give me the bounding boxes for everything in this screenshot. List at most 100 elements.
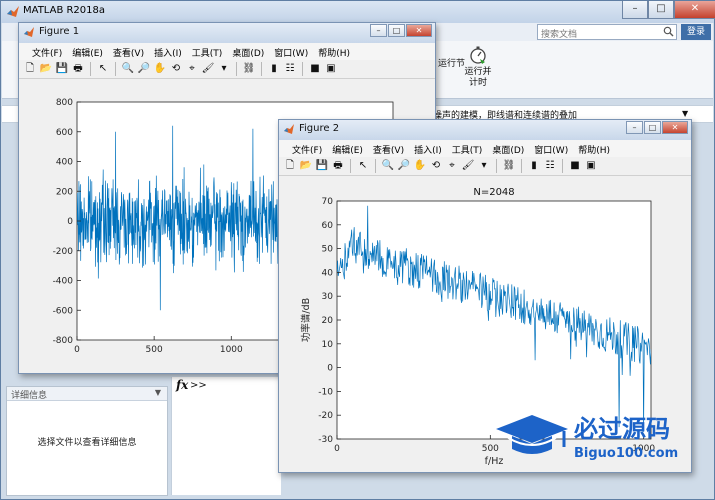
y-tick-label: 800 [56,98,73,108]
menu-item-0[interactable]: 文件(F) [27,43,67,60]
zoom-out-icon[interactable]: 🔎 [137,62,151,76]
details-empty-message: 选择文件以查看详细信息 [37,438,137,448]
menu-item-0[interactable]: 文件(F) [287,140,327,157]
new-figure-icon[interactable]: 🗋 [23,62,37,76]
menu-item-7[interactable]: 帮助(H) [573,140,615,157]
y-tick-label: 400 [56,158,73,168]
run-and-time-button[interactable]: 运行并 计时 [460,45,496,89]
brush-icon[interactable]: 🖌 [461,159,475,173]
menu-item-2[interactable]: 查看(V) [108,43,149,60]
y-tick-label: 0 [67,217,73,227]
y-tick-label: 60 [322,221,334,231]
search-docs-input[interactable]: 搜索文档 [537,24,677,40]
colorbar-icon[interactable]: ▮ [527,159,541,173]
figure-2-maximize-button[interactable]: □ [644,121,661,134]
data-cursor-icon[interactable]: ⌖ [445,159,459,173]
colorbar-icon[interactable]: ▮ [267,62,281,76]
login-button[interactable]: 登录 [681,24,711,40]
x-tick-label: 1000 [220,345,243,355]
hide-plot-tools-icon[interactable]: ■ [308,62,322,76]
show-plot-tools-icon[interactable]: ▣ [584,159,598,173]
hide-plot-tools-icon[interactable]: ■ [568,159,582,173]
toolbar-separator [496,159,497,173]
link-plot-icon[interactable]: ⛓ [242,62,256,76]
menu-item-2[interactable]: 查看(V) [368,140,409,157]
details-header-label: 详细信息 [11,391,48,401]
zoom-out-icon[interactable]: 🔎 [397,159,411,173]
data-cursor-icon[interactable]: ⌖ [185,62,199,76]
command-prompt: >> [190,380,207,391]
figure-1-close-button[interactable]: ✕ [406,24,432,37]
show-plot-tools-icon[interactable]: ▣ [324,62,338,76]
y-tick-label: 70 [322,197,334,207]
toolbar-separator [302,62,303,76]
menu-item-6[interactable]: 窗口(W) [269,43,313,60]
menu-item-1[interactable]: 编辑(E) [327,140,368,157]
new-figure-icon[interactable]: 🗋 [283,159,297,173]
figure-1-minimize-button[interactable]: – [370,24,387,37]
pan-icon[interactable]: ✋ [413,159,427,173]
open-icon[interactable]: 📂 [39,62,53,76]
x-tick-label: 0 [74,345,80,355]
dropdown-arrow-icon[interactable]: ▾ [477,159,491,173]
menu-item-3[interactable]: 插入(I) [409,140,447,157]
y-tick-label: 40 [322,268,334,278]
search-docs-placeholder: 搜索文档 [541,30,578,40]
rotate-icon[interactable]: ⟲ [169,62,183,76]
menu-item-5[interactable]: 桌面(D) [227,43,269,60]
menu-item-1[interactable]: 编辑(E) [67,43,108,60]
zoom-in-icon[interactable]: 🔍 [121,62,135,76]
chevron-down-icon[interactable]: ▼ [682,109,688,118]
rotate-icon[interactable]: ⟲ [429,159,443,173]
pointer-icon[interactable]: ↖ [356,159,370,173]
menu-item-4[interactable]: 工具(T) [187,43,228,60]
dropdown-arrow-icon[interactable]: ▾ [217,62,231,76]
stopwatch-icon [470,46,486,64]
open-icon[interactable]: 📂 [299,159,313,173]
link-plot-icon[interactable]: ⛓ [502,159,516,173]
graduation-cap-icon [496,415,568,454]
chevron-down-icon[interactable]: ▼ [155,388,161,397]
main-title-bar: MATLAB R2018a – □ ✕ [1,1,715,23]
main-title-text: MATLAB R2018a [23,5,106,16]
close-button[interactable]: ✕ [674,1,715,19]
pointer-icon[interactable]: ↖ [96,62,110,76]
run-and-time-label: 运行并 计时 [464,67,492,88]
pan-icon[interactable]: ✋ [153,62,167,76]
menu-item-4[interactable]: 工具(T) [447,140,488,157]
figure-2-minimize-button[interactable]: – [626,121,643,134]
function-browser-icon[interactable]: fx [176,378,188,392]
figure-1-maximize-button[interactable]: □ [388,24,405,37]
menu-item-6[interactable]: 窗口(W) [529,140,573,157]
legend-icon[interactable]: ☷ [543,159,557,173]
matlab-logo-icon [7,6,19,17]
y-tick-label: -20 [318,411,333,421]
figure-2-menubar: 文件(F) 编辑(E) 查看(V) 插入(I) 工具(T) 桌面(D) 窗口(W) 帮助(H) [279,140,691,157]
save-icon[interactable]: 💾 [315,159,329,173]
toolbar-separator [521,159,522,173]
command-window[interactable] [171,377,281,495]
zoom-in-icon[interactable]: 🔍 [381,159,395,173]
figure-2-close-button[interactable]: ✕ [662,121,688,134]
print-icon[interactable]: 🖶 [71,62,85,76]
y-tick-label: 30 [322,292,334,302]
menu-item-5[interactable]: 桌面(D) [487,140,529,157]
toolbar-separator [350,159,351,173]
figure-2-title-bar: Figure 2 – □ ✕ [279,120,691,140]
print-icon[interactable]: 🖶 [331,159,345,173]
watermark-brand-text: 必过源码 [574,415,670,443]
minimize-button[interactable]: – [622,1,648,19]
save-icon[interactable]: 💾 [55,62,69,76]
maximize-button[interactable]: □ [648,1,674,19]
y-tick-label: 200 [56,187,73,197]
figure-2-toolbar: 🗋 📂 💾 🖶 ↖ 🔍 🔎 ✋ ⟲ ⌖ 🖌 ▾ ⛓ ▮ ☷ ■ ▣ [279,157,691,176]
menu-item-7[interactable]: 帮助(H) [313,43,355,60]
menu-item-3[interactable]: 插入(I) [149,43,187,60]
watermark-logo: 必过源码 Biguo100.com [496,415,678,461]
brush-icon[interactable]: 🖌 [201,62,215,76]
y-tick-label: -600 [53,306,74,316]
legend-icon[interactable]: ☷ [283,62,297,76]
search-icon[interactable] [663,26,674,37]
watermark-url-text: Biguo100.com [574,446,678,461]
details-header[interactable]: 详细信息 ▼ [7,387,167,401]
